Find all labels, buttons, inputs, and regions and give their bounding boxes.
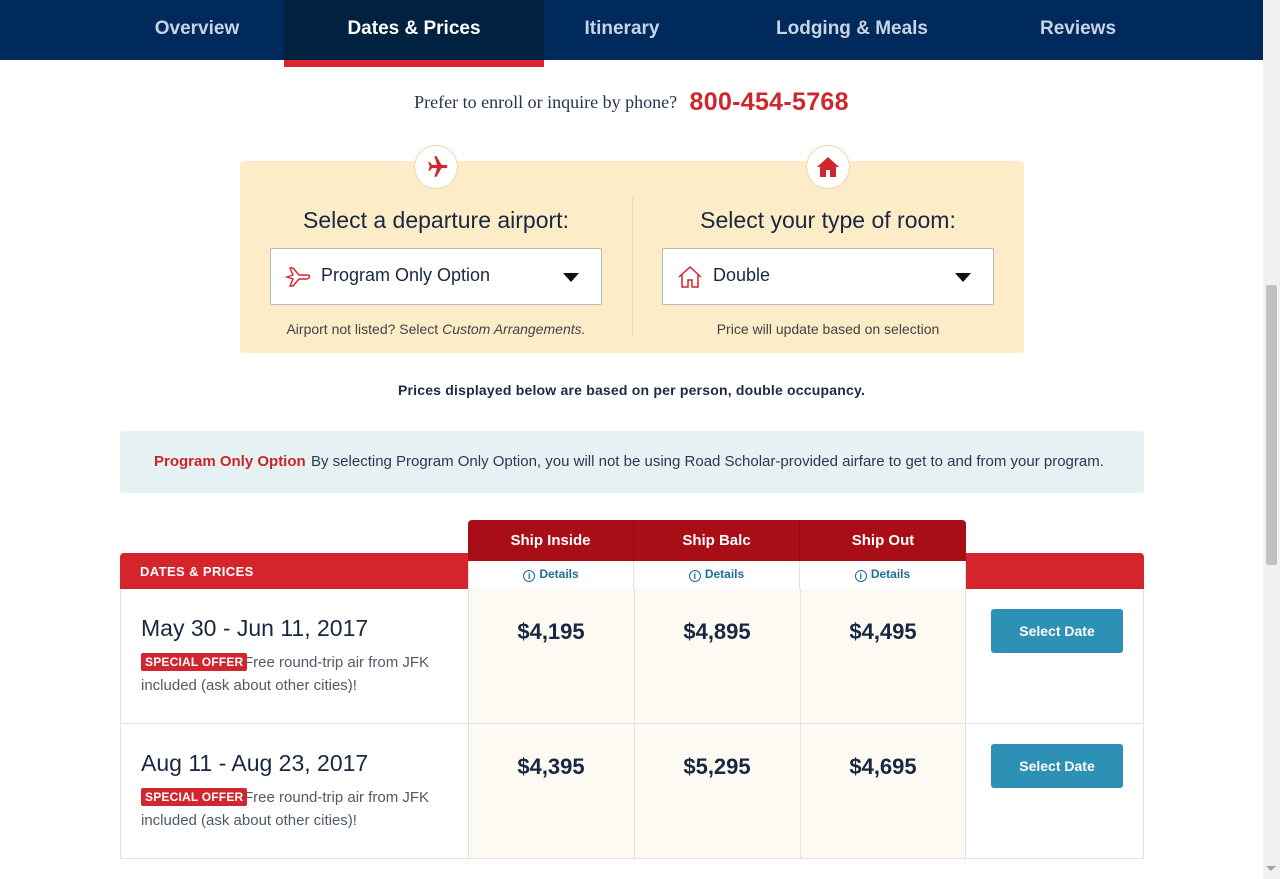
- info-banner: Program Only Option By selecting Program…: [120, 431, 1144, 493]
- airport-note: Airport not listed? Select Custom Arrang…: [240, 321, 632, 337]
- details-label: Details: [539, 567, 579, 581]
- tab-dates-prices[interactable]: Dates & Prices: [284, 0, 544, 67]
- price-ship-inside: $4,395: [517, 754, 585, 779]
- details-link-ship-inside[interactable]: i Details: [468, 561, 634, 589]
- special-offer-badge: SPECIAL OFFER: [141, 788, 248, 806]
- info-icon: i: [854, 570, 867, 582]
- select-date-button[interactable]: Select Date: [991, 609, 1123, 653]
- airplane-outline-icon: [284, 264, 313, 295]
- table-row: Aug 11 - Aug 23, 2017 Free round-trip ai…: [121, 724, 1143, 859]
- custom-arrangements-link[interactable]: Custom Arrangements.: [442, 321, 585, 337]
- details-label: Details: [870, 567, 911, 581]
- house-outline-icon: [677, 264, 703, 295]
- top-nav: Overview Dates & Prices Itinerary Lodgin…: [0, 0, 1263, 67]
- tab-overview[interactable]: Overview: [110, 0, 284, 60]
- airport-note-prefix: Airport not listed? Select: [286, 321, 443, 337]
- details-label: Details: [704, 567, 745, 581]
- info-banner-label: Program Only Option: [154, 453, 306, 470]
- chevron-down-icon: [955, 273, 971, 282]
- house-icon: [806, 145, 850, 189]
- selector-panel: Select a departure airport: Program Only…: [240, 145, 1024, 353]
- scroll-down-arrow-icon[interactable]: [1266, 866, 1276, 871]
- info-icon: i: [523, 570, 536, 582]
- date-range: Aug 11 - Aug 23, 2017: [141, 750, 369, 776]
- tab-reviews[interactable]: Reviews: [1000, 0, 1156, 60]
- price-ship-out: $4,495: [849, 619, 917, 644]
- airplane-icon: [414, 145, 458, 189]
- dates-prices-header: DATES & PRICES: [120, 553, 468, 589]
- details-link-ship-balc[interactable]: i Details: [634, 561, 800, 589]
- occupancy-note: Prices displayed below are based on per …: [397, 382, 866, 398]
- scrollbar-thumb[interactable]: [1266, 285, 1277, 565]
- room-title: Select your type of room:: [700, 207, 956, 233]
- airport-select-value: Program Only Option: [321, 265, 491, 285]
- table-row: May 30 - Jun 11, 2017 Free round-trip ai…: [121, 589, 1143, 724]
- phone-number-link[interactable]: 800-454-5768: [690, 88, 849, 116]
- phone-prompt: Prefer to enroll or inquire by phone?: [414, 92, 678, 112]
- room-header-ship-out: Ship Out: [800, 520, 966, 561]
- airport-title: Select a departure airport:: [303, 207, 569, 233]
- info-icon: i: [688, 570, 701, 582]
- info-banner-text: By selecting Program Only Option, you wi…: [311, 453, 1104, 470]
- special-offer-badge: SPECIAL OFFER: [141, 653, 248, 671]
- chevron-down-icon: [563, 273, 579, 282]
- price-ship-balc: $4,895: [683, 619, 751, 644]
- room-select-value: Double: [713, 265, 771, 285]
- select-date-button[interactable]: Select Date: [991, 744, 1123, 788]
- dates-table: May 30 - Jun 11, 2017 Free round-trip ai…: [120, 589, 1144, 859]
- dates-prices-header-end: [966, 553, 1144, 589]
- date-range: May 30 - Jun 11, 2017: [141, 615, 369, 641]
- details-link-ship-out[interactable]: i Details: [800, 561, 966, 589]
- room-note: Price will update based on selection: [716, 321, 940, 337]
- room-header-ship-balc: Ship Balc: [634, 520, 800, 561]
- tab-itinerary[interactable]: Itinerary: [544, 0, 700, 60]
- tab-lodging-meals[interactable]: Lodging & Meals: [740, 0, 964, 60]
- price-ship-out: $4,695: [849, 754, 917, 779]
- airport-select[interactable]: Program Only Option: [270, 248, 602, 305]
- room-select[interactable]: Double: [662, 248, 994, 305]
- room-header-ship-inside: Ship Inside: [468, 520, 634, 561]
- price-ship-inside: $4,195: [517, 619, 585, 644]
- price-ship-balc: $5,295: [683, 754, 751, 779]
- phone-inquiry: Prefer to enroll or inquire by phone? 80…: [0, 88, 1263, 117]
- dates-prices-label: DATES & PRICES: [140, 564, 254, 579]
